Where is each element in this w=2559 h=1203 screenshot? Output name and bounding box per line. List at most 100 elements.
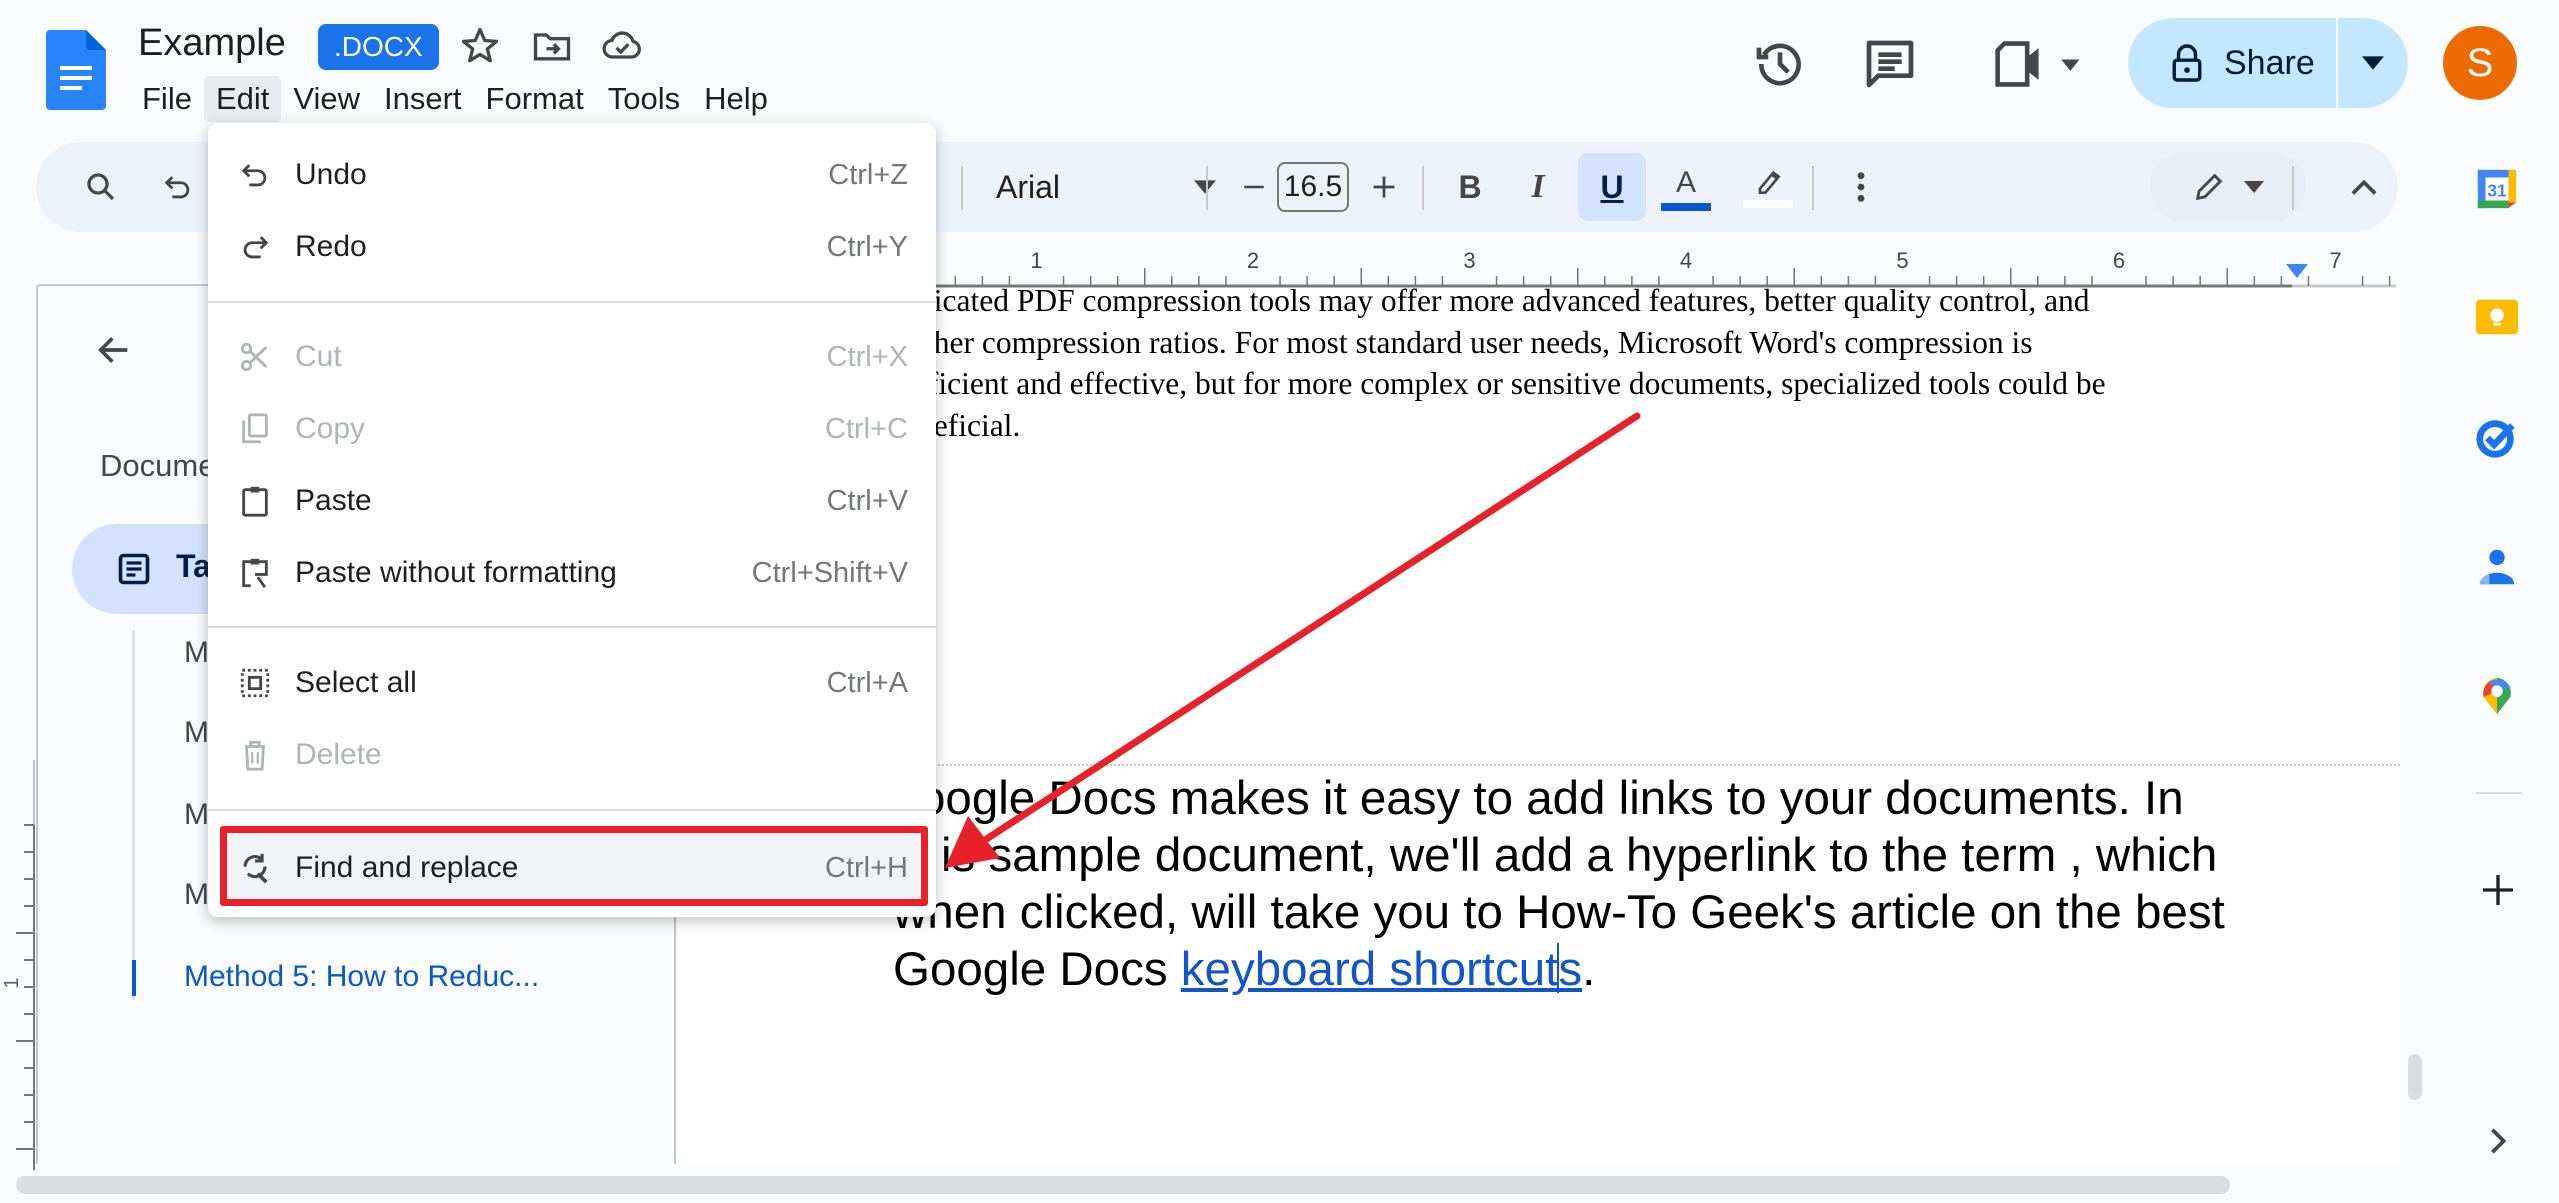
file-type-badge: .DOCX [318, 24, 439, 70]
cut-icon [240, 342, 268, 372]
menu-item-cut: Cut Ctrl+X [208, 321, 936, 393]
caret-down-icon [1194, 180, 1216, 194]
ruler-label: 4 [1680, 248, 1692, 273]
document-title[interactable]: Example [138, 22, 286, 65]
docs-logo-icon[interactable] [46, 30, 106, 110]
share-button[interactable]: Share [2128, 18, 2408, 108]
plus-icon [1373, 176, 1395, 198]
decrease-font-size-button[interactable] [1226, 142, 1282, 232]
hyperlink[interactable]: keyboard shortcuts [1181, 943, 1582, 996]
italic-button[interactable]: I [1506, 142, 1570, 232]
outline-item-active[interactable]: Method 5: How to Reduc... [184, 960, 539, 994]
undo-icon [164, 176, 190, 199]
plus-icon[interactable] [2478, 870, 2518, 910]
menu-item-label: Redo [295, 230, 367, 263]
text-color-button[interactable]: A [1656, 142, 1716, 232]
contacts-icon[interactable] [2474, 544, 2520, 590]
menu-item-delete: Delete [208, 719, 936, 791]
document-paragraph[interactable]: dicated PDF compression tools may offer … [918, 280, 2358, 446]
text-line: gher compression ratios. For most standa… [918, 324, 2033, 360]
page-break-line [930, 764, 2400, 766]
maps-icon[interactable] [2474, 672, 2520, 718]
menu-file[interactable]: File [130, 76, 204, 122]
menu-format[interactable]: Format [474, 76, 596, 122]
tasks-icon[interactable] [2474, 414, 2520, 460]
horizontal-scrollbar[interactable] [16, 1176, 2230, 1194]
right-indent-marker[interactable] [2286, 264, 2308, 278]
caret-down-icon [2362, 56, 2384, 70]
menu-item-label: Paste [295, 484, 372, 517]
outline-item[interactable]: M [184, 636, 209, 670]
search-menus-button[interactable] [66, 142, 136, 232]
select-all-icon [240, 668, 270, 698]
menu-divider [208, 301, 936, 303]
font-size-input[interactable]: 16.5 [1277, 162, 1349, 212]
menu-insert[interactable]: Insert [372, 76, 474, 122]
chevron-right-icon[interactable] [2488, 1126, 2508, 1156]
share-main-button[interactable]: Share [2128, 18, 2338, 108]
menu-item-label: Undo [295, 158, 367, 191]
italic-icon: I [1531, 168, 1545, 205]
toolbar-divider [1422, 166, 1424, 210]
font-family-select[interactable]: Arial [996, 142, 1216, 232]
search-icon [87, 173, 115, 201]
text-line: Google Docs keyboard shortcuts. [893, 941, 2333, 998]
edit-menu-dropdown: Undo Ctrl+Z Redo Ctrl+Y Cut Ctrl+X Copy … [208, 123, 936, 917]
editing-mode-button[interactable] [2150, 152, 2306, 222]
account-avatar[interactable]: S [2443, 26, 2517, 100]
highlight-color-button[interactable] [1738, 142, 1798, 232]
increase-font-size-button[interactable] [1356, 142, 1412, 232]
menu-item-shortcut: Ctrl+Z [828, 158, 908, 191]
vertical-scrollbar[interactable] [2408, 1054, 2422, 1100]
more-options-button[interactable] [1836, 142, 1886, 232]
menu-tools[interactable]: Tools [596, 76, 692, 122]
comments-icon[interactable] [1862, 36, 1918, 92]
cloud-saved-icon[interactable] [600, 24, 644, 68]
document-tab-icon [118, 553, 150, 585]
undo-icon [241, 164, 267, 187]
menu-item-select-all[interactable]: Select all Ctrl+A [208, 647, 936, 719]
menu-help[interactable]: Help [692, 76, 780, 122]
ruler-label: 5 [1896, 248, 1908, 273]
text-line: neficial. [918, 407, 1021, 443]
undo-button[interactable] [148, 142, 208, 232]
underline-button[interactable]: U [1578, 153, 1646, 221]
outline-item[interactable]: M [184, 878, 209, 912]
annotation-highlight-box [220, 826, 928, 906]
text-run: Google Docs [893, 943, 1181, 996]
menu-item-paste-without-formatting[interactable]: Paste without formatting Ctrl+Shift+V [208, 537, 936, 609]
text-line: when clicked, will take you to How-To Ge… [893, 886, 2225, 939]
menu-item-undo[interactable]: Undo Ctrl+Z [208, 139, 936, 211]
font-name: Arial [996, 168, 1061, 205]
menu-item-label: Paste without formatting [295, 556, 617, 589]
ruler-label: 6 [2113, 248, 2125, 273]
star-icon[interactable] [458, 24, 502, 68]
outline-active-indicator [132, 960, 136, 996]
toolbar-divider [961, 166, 963, 210]
text-run: . [1582, 943, 1596, 996]
menu-item-redo[interactable]: Redo Ctrl+Y [208, 211, 936, 283]
meet-icon[interactable] [1984, 36, 2084, 92]
menu-view[interactable]: View [281, 76, 372, 122]
link-text: s [1558, 943, 1583, 996]
menu-edit[interactable]: Edit [203, 76, 282, 122]
hide-menus-button[interactable] [2336, 142, 2392, 232]
menu-bar: File Edit View Insert Format Tools Help [130, 76, 780, 122]
delete-icon [245, 740, 265, 771]
menu-divider [208, 809, 936, 811]
move-to-folder-icon[interactable] [530, 24, 574, 68]
menu-item-label: Copy [295, 412, 366, 445]
share-dropdown-button[interactable] [2338, 56, 2408, 70]
back-arrow-icon[interactable] [94, 330, 134, 370]
outline-item[interactable]: M [184, 716, 209, 750]
menu-item-paste[interactable]: Paste Ctrl+V [208, 465, 936, 537]
keep-icon[interactable] [2474, 294, 2520, 340]
bold-icon: B [1458, 168, 1482, 205]
document-paragraph[interactable]: oogle Docs makes it easy to add links to… [893, 770, 2333, 998]
calendar-icon[interactable]: 31 [2474, 166, 2520, 212]
redo-icon [243, 236, 269, 259]
outline-item[interactable]: M [184, 798, 209, 832]
underline-icon: U [1600, 168, 1624, 205]
bold-button[interactable]: B [1438, 142, 1502, 232]
version-history-icon[interactable] [1752, 36, 1808, 92]
